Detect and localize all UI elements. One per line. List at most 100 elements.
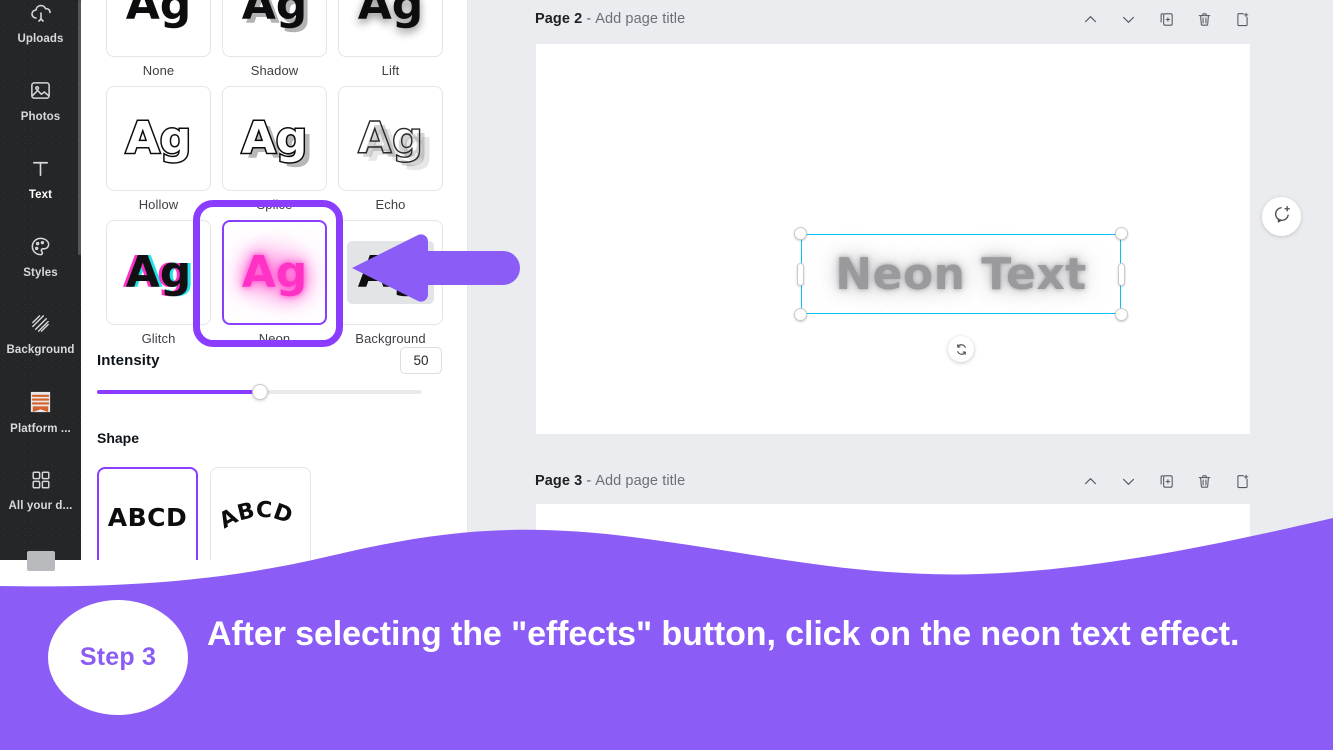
effect-option-none[interactable]: Ag None	[106, 0, 211, 78]
intensity-label: Intensity	[97, 352, 160, 369]
effect-option-background[interactable]: Ag Background	[338, 220, 443, 346]
effect-thumbnail-selected[interactable]: Ag	[222, 220, 327, 325]
left-sidebar-rail: Uploads Photos Text Styles Background Pl…	[0, 0, 81, 571]
resize-handle-left[interactable]	[797, 263, 804, 286]
effect-label: Hollow	[138, 197, 179, 212]
effect-sample-text: Ag	[357, 112, 424, 164]
shape-sample-text: ABCD	[107, 503, 188, 532]
sidebar-item-platform[interactable]: Platform ...	[0, 381, 81, 443]
text-effects-panel: Ag None Ag Shadow Ag Lift Ag Hollow Ag S…	[81, 0, 468, 560]
slider-thumb[interactable]	[251, 384, 268, 400]
page-title-separator: -	[586, 11, 592, 27]
sidebar-item-label: Styles	[23, 266, 58, 279]
page-canvas-3[interactable]	[536, 504, 1250, 560]
effect-option-shadow[interactable]: Ag Shadow	[222, 0, 327, 78]
effect-thumbnail[interactable]: Ag	[106, 0, 211, 57]
effects-row-1: Ag None Ag Shadow Ag Lift	[106, 0, 443, 78]
sidebar-item-all-your-designs[interactable]: All your d...	[0, 458, 81, 520]
selected-text-element[interactable]: Neon Text	[794, 227, 1128, 362]
trash-icon[interactable]	[1196, 473, 1213, 490]
intensity-value-field[interactable]: 50	[400, 347, 442, 374]
add-comment-button[interactable]	[1262, 197, 1301, 236]
effect-thumbnail[interactable]: Ag	[338, 0, 443, 57]
platform-banner-icon	[27, 390, 55, 416]
effect-option-lift[interactable]: Ag Lift	[338, 0, 443, 78]
duplicate-page-icon[interactable]	[1158, 473, 1175, 490]
effect-label: Echo	[375, 197, 406, 212]
step-badge: Step 3	[48, 600, 188, 715]
comment-plus-icon	[1272, 204, 1292, 229]
intensity-row: Intensity 50	[97, 347, 442, 374]
duplicate-page-icon[interactable]	[1158, 11, 1175, 28]
chevron-up-icon[interactable]	[1082, 473, 1099, 490]
editor-workspace: Page 2 - Add page title Neon Text Page 3…	[468, 0, 1333, 560]
intensity-slider[interactable]	[97, 384, 422, 400]
sidebar-item-label: Uploads	[17, 32, 64, 45]
effect-option-echo[interactable]: Ag Echo	[338, 86, 443, 212]
page-header-3: Page 3 - Add page title	[535, 464, 1251, 498]
chevron-down-icon[interactable]	[1120, 11, 1137, 28]
page-title-separator: -	[586, 473, 592, 489]
effect-thumbnail[interactable]: Ag	[338, 86, 443, 191]
chevron-up-icon[interactable]	[1082, 11, 1099, 28]
effect-sample-text: Ag	[125, 0, 192, 30]
resize-handle-top-right[interactable]	[1115, 227, 1128, 240]
curved-text-sample-icon: ABCD	[219, 498, 296, 534]
sidebar-scrollbar[interactable]	[78, 0, 81, 255]
add-page-icon[interactable]	[1234, 11, 1251, 28]
sidebar-item-label: All your d...	[8, 499, 73, 512]
shape-option-curve[interactable]: ABCD Curve	[210, 467, 311, 560]
shape-grid: ABCD None ABCD Curve	[97, 467, 311, 560]
effect-option-hollow[interactable]: Ag Hollow	[106, 86, 211, 212]
sidebar-item-styles[interactable]: Styles	[0, 226, 81, 286]
page-toolbar	[1082, 473, 1251, 490]
effect-label: Lift	[381, 63, 400, 78]
rotate-handle-icon[interactable]	[948, 336, 974, 362]
effect-option-glitch[interactable]: Ag Glitch	[106, 220, 211, 346]
page-header-2: Page 2 - Add page title	[535, 2, 1251, 36]
effect-option-neon[interactable]: Ag Neon	[222, 220, 327, 346]
effect-option-splice[interactable]: Ag Splice	[222, 86, 327, 212]
resize-handle-bottom-right[interactable]	[1115, 308, 1128, 321]
palette-icon	[28, 234, 54, 260]
resize-handle-bottom-left[interactable]	[794, 308, 807, 321]
effects-row-2: Ag Hollow Ag Splice Ag Echo	[106, 86, 443, 212]
page-canvas-2[interactable]: Neon Text	[536, 44, 1250, 434]
shape-option-none[interactable]: ABCD None	[97, 467, 198, 560]
shape-thumbnail-selected[interactable]: ABCD	[97, 467, 198, 560]
effect-sample-text: Ag	[125, 246, 192, 298]
sidebar-item-background[interactable]: Background	[0, 303, 81, 363]
effect-thumbnail[interactable]: Ag	[222, 86, 327, 191]
page-number-label: Page 2	[535, 11, 583, 27]
add-page-icon[interactable]	[1234, 473, 1251, 490]
add-page-title-link[interactable]: Add page title	[595, 473, 685, 489]
scroll-down-chevron-icon[interactable]	[1311, 522, 1330, 546]
effect-thumbnail[interactable]: Ag	[106, 86, 211, 191]
sidebar-item-label: Background	[6, 343, 75, 356]
upload-cloud-icon	[28, 0, 54, 26]
resize-handle-top-left[interactable]	[794, 227, 807, 240]
svg-text:ABCD: ABCD	[219, 498, 296, 534]
add-page-title-link[interactable]: Add page title	[595, 11, 685, 27]
panel-divider	[467, 0, 468, 560]
grid-squares-icon	[28, 467, 54, 493]
zoom-level-indicator[interactable]: 29%	[1127, 583, 1154, 598]
effect-thumbnail[interactable]: Ag	[222, 0, 327, 57]
shape-thumbnail[interactable]: ABCD	[210, 467, 311, 560]
text-t-icon	[28, 156, 54, 182]
sidebar-item-uploads[interactable]: Uploads	[0, 0, 81, 52]
selection-frame	[801, 234, 1121, 314]
sidebar-item-more[interactable]	[0, 536, 81, 586]
sidebar-item-label: Platform ...	[10, 422, 71, 435]
sidebar-item-label: Photos	[20, 110, 61, 123]
resize-handle-right[interactable]	[1118, 263, 1125, 286]
sidebar-item-photos[interactable]: Photos	[0, 70, 81, 130]
effects-grid: Ag None Ag Shadow Ag Lift Ag Hollow Ag S…	[106, 0, 443, 354]
canva-editor-screenshot: Uploads Photos Text Styles Background Pl…	[0, 0, 1333, 750]
neon-glow-decoration	[231, 229, 318, 316]
effect-thumbnail[interactable]: Ag	[106, 220, 211, 325]
trash-icon[interactable]	[1196, 11, 1213, 28]
sidebar-item-text[interactable]: Text	[0, 148, 81, 208]
chevron-down-icon[interactable]	[1120, 473, 1137, 490]
effect-thumbnail[interactable]: Ag	[338, 220, 443, 325]
